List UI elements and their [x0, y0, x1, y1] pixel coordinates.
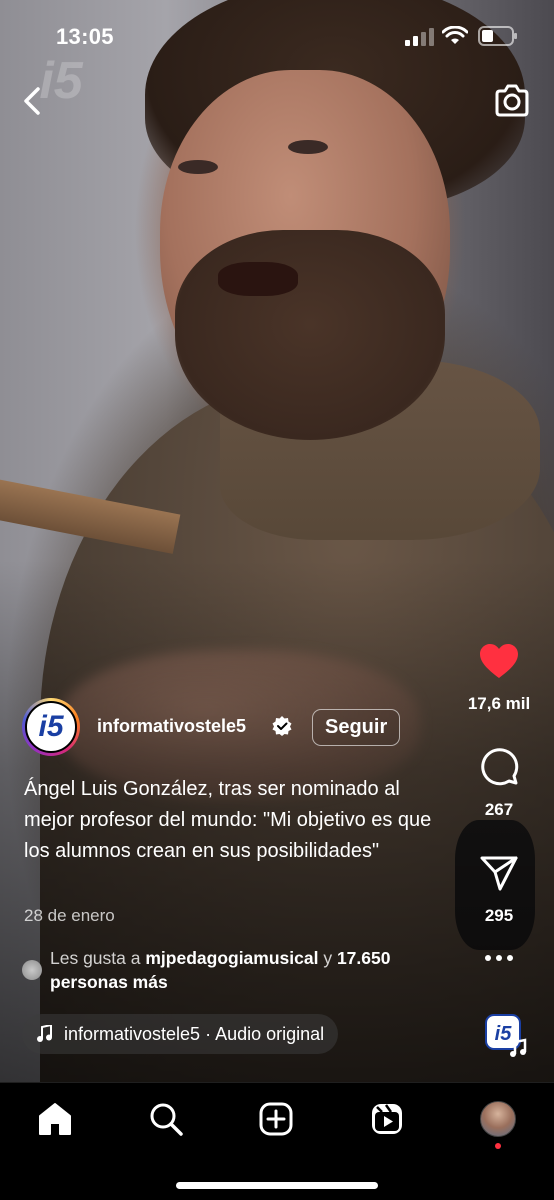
author-avatar[interactable]: i5: [22, 698, 80, 756]
like-count: 17,6 mil: [467, 694, 531, 713]
share-action[interactable]: 295: [444, 854, 554, 926]
back-chevron-icon[interactable]: [20, 86, 46, 116]
profile-avatar[interactable]: [480, 1101, 516, 1137]
wifi-icon: [442, 26, 468, 44]
status-time: 13:05: [56, 24, 114, 49]
liked-by-middle: y: [318, 948, 337, 968]
search-icon[interactable]: [148, 1101, 184, 1137]
liked-by-row[interactable]: Les gusta a mjpedagogiamusical y 17.650 …: [22, 946, 462, 994]
video-eye-left: [178, 160, 218, 174]
reel-date: 28 de enero: [24, 906, 115, 925]
camera-icon[interactable]: [493, 84, 531, 118]
follow-button[interactable]: Seguir: [312, 709, 401, 746]
comment-icon[interactable]: [479, 746, 519, 786]
svg-text:i5: i5: [495, 1023, 513, 1045]
video-eye-right: [288, 140, 328, 154]
liked-by-text: Les gusta a mjpedagogiamusical y 17.650 …: [22, 946, 462, 994]
video-beard: [175, 230, 445, 440]
like-action[interactable]: 17,6 mil: [444, 644, 554, 714]
music-note-icon: [37, 1025, 52, 1042]
author-avatar-image: i5: [25, 701, 77, 753]
avatar-logo: i5: [38, 710, 64, 743]
battery-icon: [478, 26, 517, 46]
verified-badge-icon: [272, 716, 292, 736]
audio-pill[interactable]: informativostele5 · Audio original: [22, 1014, 339, 1054]
share-count: 295: [484, 906, 514, 925]
audio-thumbnail-icon[interactable]: i5: [485, 1014, 529, 1058]
heart-icon[interactable]: [479, 644, 519, 680]
comment-action[interactable]: 267: [444, 746, 554, 820]
create-icon[interactable]: [258, 1101, 294, 1137]
reels-icon[interactable]: [369, 1101, 405, 1137]
reel-author: i5 informativostele5 Seguir: [22, 698, 422, 758]
home-indicator: [176, 1182, 378, 1189]
send-icon[interactable]: [479, 854, 519, 892]
more-icon[interactable]: [484, 954, 514, 962]
comment-count: 267: [484, 800, 514, 819]
audio-label: informativostele5 · Audio original: [64, 1023, 325, 1044]
author-username[interactable]: informativostele5: [97, 716, 246, 737]
profile-notification-dot: [495, 1143, 501, 1149]
liked-by-prefix: Les gusta a: [50, 948, 146, 968]
home-icon[interactable]: [37, 1101, 73, 1137]
liker-avatar: [22, 960, 42, 980]
status-bar: 13:05: [0, 0, 554, 70]
cellular-signal-icon: [405, 28, 434, 46]
liked-by-user[interactable]: mjpedagogiamusical: [145, 948, 318, 968]
video-mouth: [218, 262, 298, 296]
reel-caption[interactable]: Ángel Luis González, tras ser nominado a…: [24, 774, 454, 867]
